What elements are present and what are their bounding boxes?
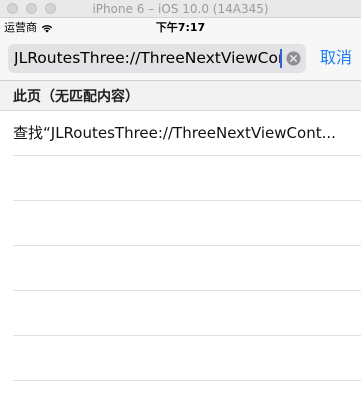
section-title: 此页（无匹配内容） [13,89,139,105]
simulator-window: iPhone 6 – iOS 10.0 (14A345) 运营商 下午7:17 … [0,0,361,419]
ios-status-bar: 运营商 下午7:17 [0,18,361,37]
clear-icon[interactable] [286,51,301,66]
section-header: 此页（无匹配内容） [0,81,361,111]
status-time: 下午7:17 [155,21,206,34]
row-separator [13,335,361,336]
search-input[interactable]: JLRoutesThree://ThreeNextViewContro [14,44,282,73]
text-caret [280,49,282,68]
find-in-page-label: 查找“JLRoutesThree://ThreeNextViewCont... [13,124,336,142]
row-separator [13,245,361,246]
row-separator [13,155,361,156]
find-in-page-row[interactable]: 查找“JLRoutesThree://ThreeNextViewCont... [0,111,361,155]
window-titlebar: iPhone 6 – iOS 10.0 (14A345) [0,0,361,18]
window-title: iPhone 6 – iOS 10.0 (14A345) [92,2,269,16]
search-field[interactable]: JLRoutesThree://ThreeNextViewContro [8,44,306,73]
row-separator [13,380,361,381]
row-separator [13,200,361,201]
search-bar: JLRoutesThree://ThreeNextViewContro 取消 [0,37,361,81]
cancel-button[interactable]: 取消 [320,47,352,69]
row-separator [13,290,361,291]
result-list: 查找“JLRoutesThree://ThreeNextViewCont... [0,111,361,381]
